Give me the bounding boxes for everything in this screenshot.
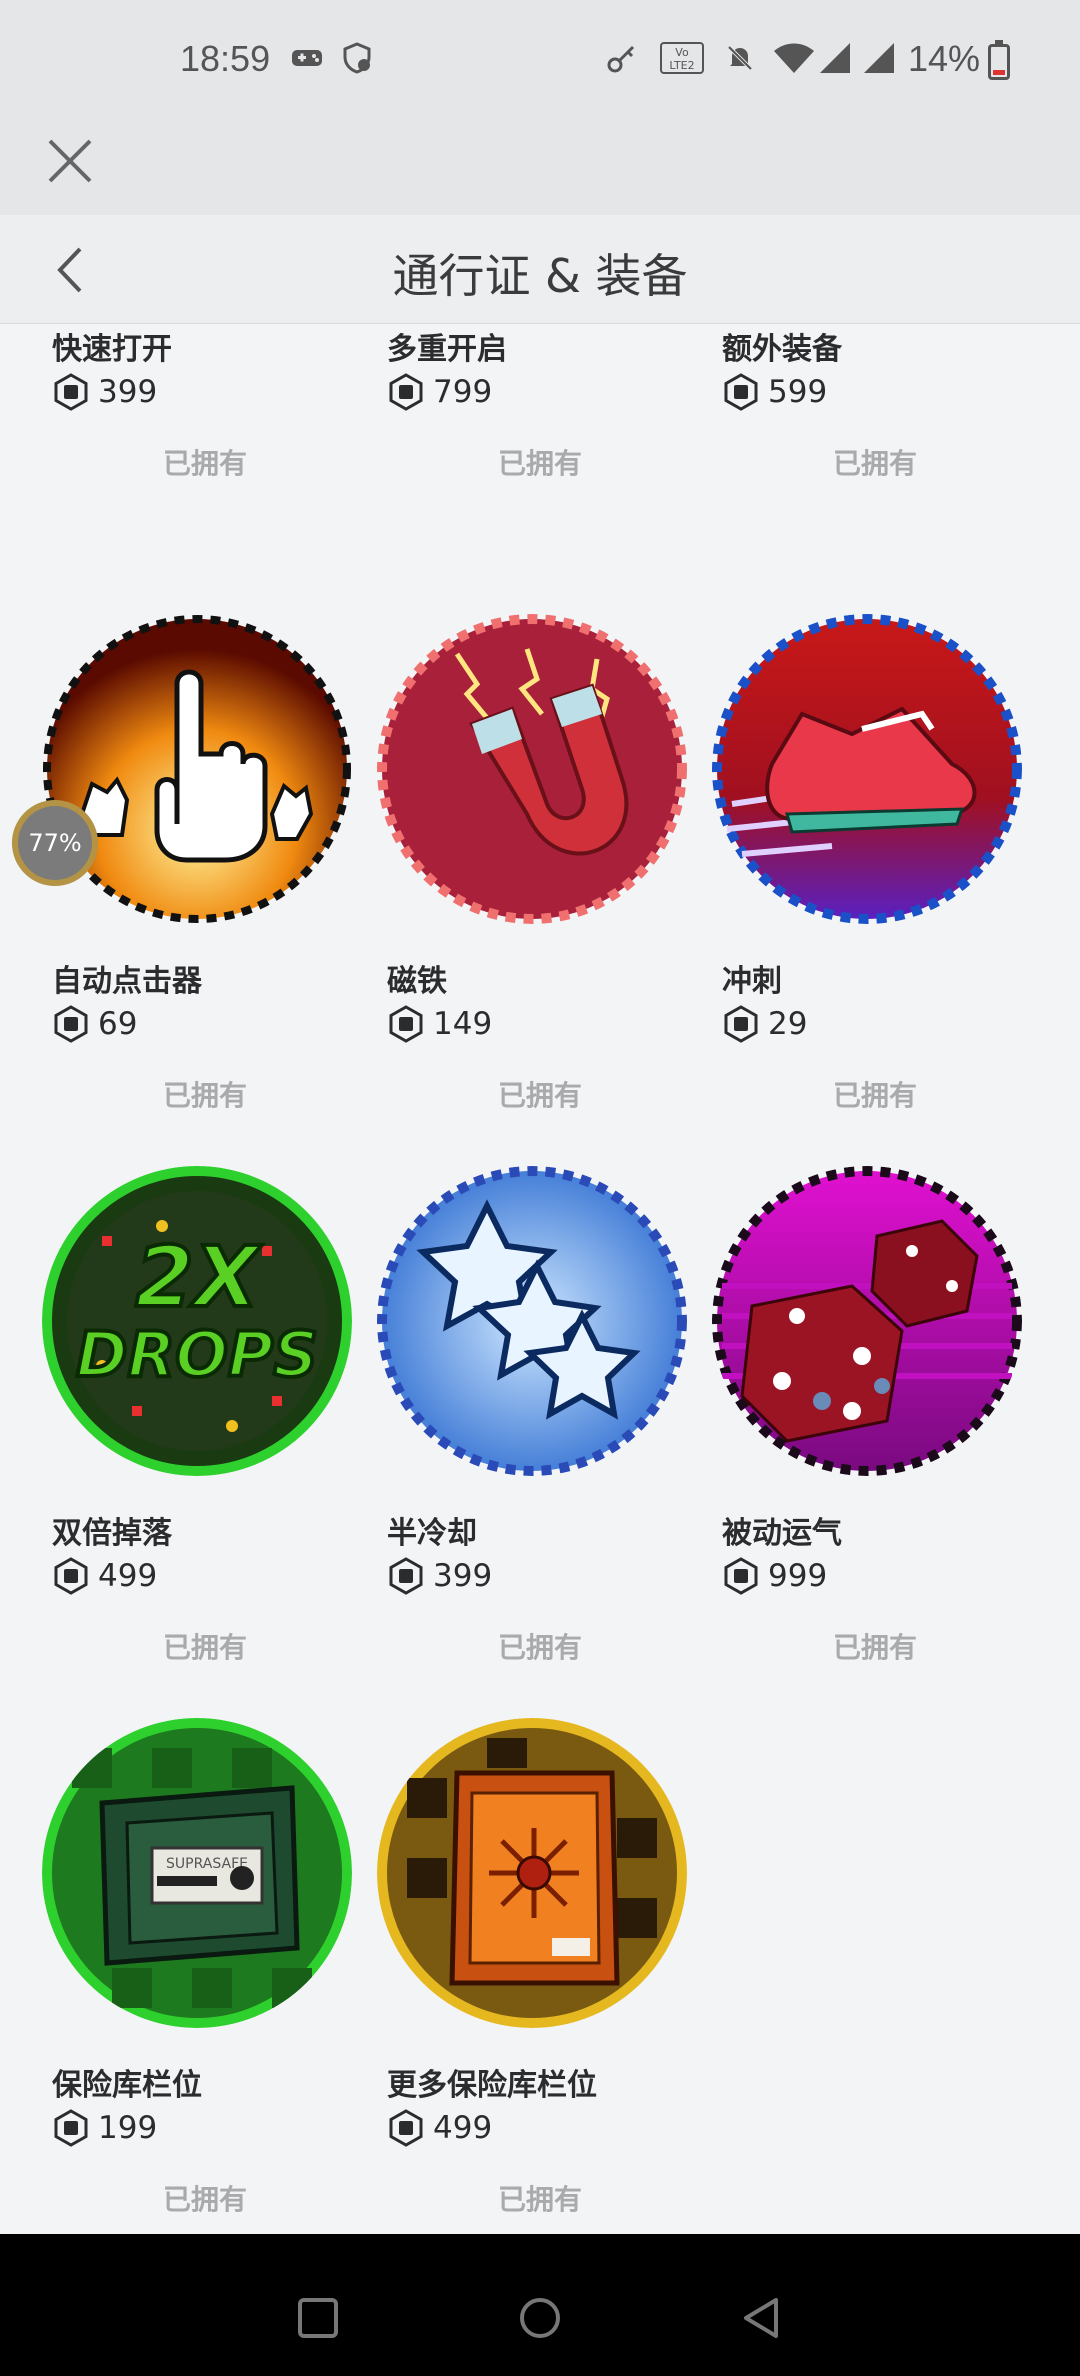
pass-item[interactable]: 多重开启 799 已拥有 (365, 324, 685, 502)
pass-name: 被动运气 (722, 1516, 842, 1551)
pass-price: 999 (722, 1554, 827, 1598)
pass-price: 69 (52, 1002, 137, 1046)
half-cooldown-stars-icon (377, 1166, 687, 1476)
passes-grid: 快速打开 399 已拥有 多重开启 799 已拥有 额外装备 599 已拥有 自… (0, 324, 1080, 2234)
drops-text: DROPS (76, 1318, 318, 1391)
robux-icon (389, 373, 423, 411)
status-time: 18:59 (180, 38, 271, 79)
progress-overlay[interactable]: 77% (12, 800, 98, 886)
pass-price: 149 (387, 1002, 492, 1046)
owned-label: 已拥有 (162, 2183, 247, 2216)
pass-name: 磁铁 (387, 964, 447, 999)
pass-item[interactable]: 额外装备 599 已拥有 (700, 324, 1020, 502)
key-icon (606, 40, 638, 76)
pass-name: 快速打开 (52, 332, 172, 367)
passive-luck-dice-icon (712, 1166, 1022, 1476)
owned-label: 已拥有 (832, 447, 917, 480)
auto-clicker-icon (42, 614, 352, 924)
volte-icon: Vo LTE2 (660, 40, 704, 76)
pass-price: 499 (387, 2106, 492, 2150)
pass-name: 额外装备 (722, 332, 842, 367)
webview-toolbar (0, 120, 1080, 215)
circle-home-icon[interactable] (518, 2296, 562, 2340)
pass-price: 399 (52, 370, 157, 414)
pass-price: 199 (52, 2106, 157, 2150)
vault-slot-icon: SUPRASAFE (42, 1718, 352, 2028)
robux-icon (724, 1005, 758, 1043)
mute-icon (724, 40, 756, 76)
owned-label: 已拥有 (832, 1079, 917, 1112)
pass-name: 双倍掉落 (52, 1516, 172, 1551)
battery-icon (988, 40, 1010, 80)
sprint-shoe-icon (712, 614, 1022, 924)
double-drops-text: 2X (135, 1228, 262, 1326)
square-recent-icon[interactable] (296, 2296, 340, 2340)
pass-item[interactable]: 磁铁 149 已拥有 (365, 614, 687, 1134)
robux-icon (724, 1557, 758, 1595)
robux-icon (54, 2109, 88, 2147)
gamepad-icon (290, 40, 324, 76)
pass-item[interactable]: 冲刺 29 已拥有 (700, 614, 1022, 1134)
owned-label: 已拥有 (832, 1631, 917, 1664)
signal-icon (818, 40, 852, 76)
pass-name: 冲刺 (722, 964, 782, 999)
shield-icon (340, 40, 374, 76)
robux-icon (54, 1557, 88, 1595)
more-vault-slots-icon (377, 1718, 687, 2028)
owned-label: 已拥有 (162, 447, 247, 480)
pass-item[interactable]: 2X DROPS 双倍掉落 499 已拥有 (30, 1166, 352, 1686)
pass-price: 399 (387, 1554, 492, 1598)
pass-item[interactable]: 被动运气 999 已拥有 (700, 1166, 1022, 1686)
pass-item[interactable]: SUPRASAFE 保险库栏位 199 已拥有 (30, 1718, 352, 2234)
robux-icon (724, 373, 758, 411)
triangle-back-icon[interactable] (740, 2296, 784, 2340)
page-title: 通行证 & 装备 (392, 249, 688, 303)
robux-icon (389, 1005, 423, 1043)
pass-price: 599 (722, 370, 827, 414)
pass-price: 799 (387, 370, 492, 414)
pass-name: 自动点击器 (52, 964, 202, 999)
close-icon[interactable] (44, 135, 96, 187)
battery-percent: 14% (908, 38, 981, 79)
owned-label: 已拥有 (497, 1079, 582, 1112)
pass-name: 保险库栏位 (52, 2068, 202, 2103)
robux-icon (54, 1005, 88, 1043)
owned-label: 已拥有 (162, 1631, 247, 1664)
pass-name: 半冷却 (387, 1516, 477, 1551)
robux-icon (54, 373, 88, 411)
owned-label: 已拥有 (497, 1631, 582, 1664)
wifi-icon (772, 40, 816, 76)
pass-item[interactable]: 半冷却 399 已拥有 (365, 1166, 687, 1686)
pass-price: 499 (52, 1554, 157, 1598)
magnet-icon (377, 614, 687, 924)
pass-name: 更多保险库栏位 (387, 2068, 597, 2103)
double-drops-icon: 2X DROPS (42, 1166, 352, 1476)
pass-name: 多重开启 (387, 332, 507, 367)
pass-item[interactable]: 快速打开 399 已拥有 (30, 324, 350, 502)
pass-price: 29 (722, 1002, 807, 1046)
svg-text:LTE2: LTE2 (669, 59, 694, 72)
svg-text:Vo: Vo (675, 46, 689, 59)
robux-icon (389, 2109, 423, 2147)
signal-icon (862, 40, 896, 76)
robux-icon (389, 1557, 423, 1595)
owned-label: 已拥有 (497, 447, 582, 480)
pass-item[interactable]: 更多保险库栏位 499 已拥有 (365, 1718, 687, 2234)
owned-label: 已拥有 (162, 1079, 247, 1112)
owned-label: 已拥有 (497, 2183, 582, 2216)
